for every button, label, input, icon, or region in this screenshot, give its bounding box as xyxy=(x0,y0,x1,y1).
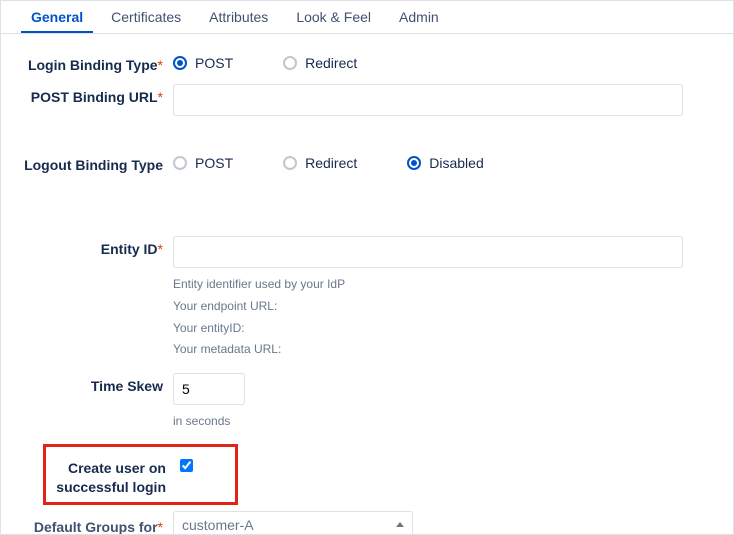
login-binding-redirect[interactable]: Redirect xyxy=(283,55,357,71)
post-binding-url-input[interactable] xyxy=(173,84,683,116)
logout-binding-disabled[interactable]: Disabled xyxy=(407,155,483,171)
login-binding-post[interactable]: POST xyxy=(173,55,233,71)
logout-binding-redirect[interactable]: Redirect xyxy=(283,155,357,171)
time-skew-input[interactable] xyxy=(173,373,245,405)
radio-icon xyxy=(173,56,187,70)
logout-binding-post[interactable]: POST xyxy=(173,155,233,171)
create-user-label: Create user on successful login xyxy=(46,455,176,495)
default-groups-select[interactable]: customer-A xyxy=(173,511,413,535)
radio-icon xyxy=(283,56,297,70)
login-binding-label: Login Binding Type* xyxy=(21,52,173,74)
radio-icon xyxy=(173,156,187,170)
time-skew-label: Time Skew xyxy=(21,373,173,395)
entity-id-input[interactable] xyxy=(173,236,683,268)
create-user-checkbox[interactable] xyxy=(180,459,193,472)
create-user-highlight: Create user on successful login xyxy=(43,444,238,504)
tab-bar: General Certificates Attributes Look & F… xyxy=(1,1,733,34)
tab-certificates[interactable]: Certificates xyxy=(101,1,191,33)
time-skew-help: in seconds xyxy=(173,411,713,433)
chevron-up-icon xyxy=(396,522,404,527)
post-binding-url-label: POST Binding URL* xyxy=(21,84,173,106)
entity-id-label: Entity ID* xyxy=(21,236,173,258)
entity-id-help: Entity identifier used by your IdP Your … xyxy=(173,274,713,360)
radio-icon xyxy=(407,156,421,170)
logout-binding-label: Logout Binding Type xyxy=(21,152,173,174)
tab-lookfeel[interactable]: Look & Feel xyxy=(286,1,381,33)
radio-icon xyxy=(283,156,297,170)
tab-attributes[interactable]: Attributes xyxy=(199,1,278,33)
tab-admin[interactable]: Admin xyxy=(389,1,449,33)
tab-general[interactable]: General xyxy=(21,1,93,33)
logout-binding-group: POST Redirect Disabled xyxy=(173,152,713,171)
default-groups-label: Default Groups for* xyxy=(21,514,173,535)
login-binding-group: POST Redirect xyxy=(173,52,713,71)
